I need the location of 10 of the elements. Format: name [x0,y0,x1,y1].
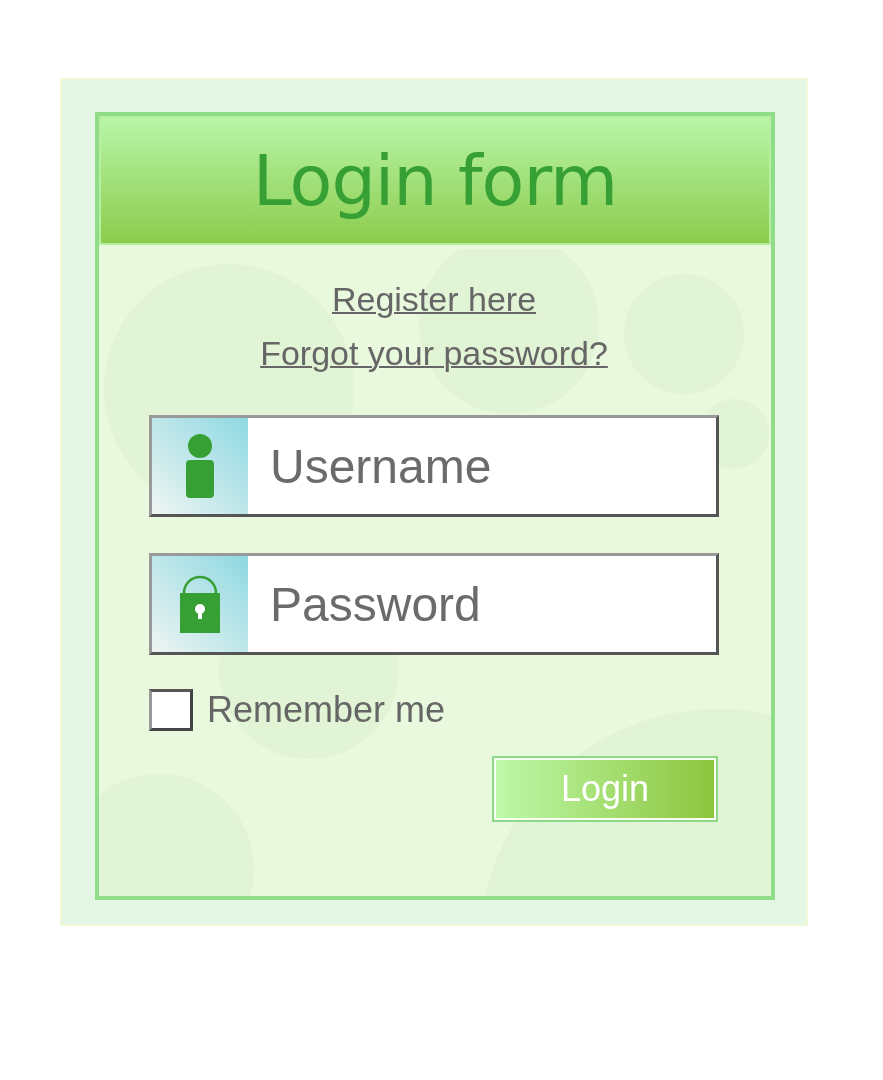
username-input[interactable]: Username [248,418,716,514]
remember-label: Remember me [207,689,446,731]
username-field[interactable]: Username [149,415,719,517]
forgot-password-link[interactable]: Forgot your password? [260,333,608,373]
remember-checkbox[interactable] [149,689,193,731]
register-link[interactable]: Register here [331,279,537,319]
padlock-icon [179,575,221,633]
user-icon [185,434,215,498]
password-field[interactable]: Password [149,553,719,655]
password-input[interactable]: Password [248,556,716,652]
